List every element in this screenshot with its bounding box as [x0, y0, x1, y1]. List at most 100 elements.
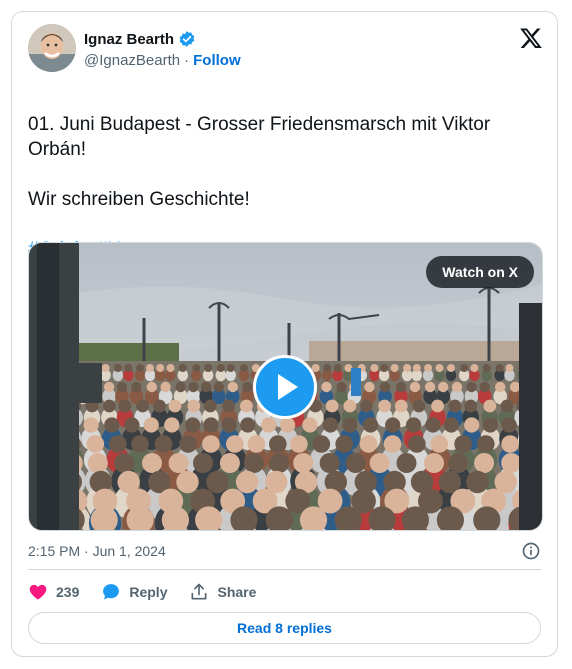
crowd-person-head [447, 364, 455, 372]
crowd-person-head [164, 417, 180, 433]
crowd-person-head [321, 381, 332, 393]
crowd-person-head [425, 417, 441, 433]
x-logo-icon[interactable] [519, 26, 543, 50]
author-handle-row: @IgnazBearth · Follow [84, 52, 241, 69]
crowd-person-head [203, 417, 219, 433]
share-button[interactable]: Share [189, 582, 256, 602]
crowd-person-head [360, 399, 373, 413]
crowd-person-head [448, 453, 469, 473]
crowd-person-head [202, 435, 220, 453]
crowd-person-head [395, 381, 407, 393]
crowd-person-head [204, 364, 213, 372]
crowd-person-head [505, 364, 514, 372]
divider [28, 569, 541, 570]
crowd-person-head [175, 381, 186, 393]
crowd-person-head [221, 417, 237, 433]
follow-button[interactable]: Follow [193, 52, 241, 69]
avatar[interactable] [28, 24, 76, 72]
crowd-person-head [114, 453, 135, 473]
crowd-person-head [431, 399, 444, 413]
crowd-person-head [244, 453, 264, 473]
crowd-person-head [370, 364, 379, 372]
crowd-person-head [345, 453, 366, 473]
crowd-person-head [240, 417, 256, 433]
info-icon[interactable] [521, 541, 541, 561]
crowd-person-head [136, 399, 149, 413]
crowd-person-head [408, 435, 426, 453]
crowd-person-head [179, 435, 197, 453]
crowd-person-head [222, 399, 236, 413]
crowd-person-head [325, 399, 339, 413]
crowd-person-head [483, 399, 497, 413]
crowd-person-head [219, 453, 240, 473]
crowd-person-head [176, 470, 199, 494]
crowd-person-head [333, 364, 342, 372]
play-icon [278, 374, 298, 400]
crowd-person-head [203, 399, 217, 413]
video-media[interactable]: Watch on X [28, 242, 543, 531]
crowd-person-head [460, 364, 469, 372]
crowd-person-head [464, 399, 478, 413]
crowd-person-head [146, 364, 154, 372]
crowd-person-head [409, 381, 421, 393]
crowd-person-head [187, 399, 201, 413]
crowd-person-head [226, 435, 244, 453]
crowd-person-head [394, 399, 408, 413]
crowd-person-head [146, 381, 157, 393]
crowd-person-head [443, 417, 459, 433]
crowd-person-head [479, 381, 490, 393]
crowd-person-head [116, 381, 128, 393]
crowd-person-head [131, 435, 149, 453]
crowd-person-head [342, 417, 358, 433]
tweet-line-1 [28, 87, 543, 112]
crowd-person-head [302, 417, 318, 433]
crowd-person-head [336, 381, 347, 393]
crowd-person-head [319, 453, 340, 473]
like-count: 239 [56, 584, 80, 600]
crowd-person-head [247, 435, 266, 453]
author-name[interactable]: Ignaz Bearth [84, 31, 174, 48]
crowd-person-head [154, 435, 173, 453]
crowd-person-head [178, 364, 187, 372]
crowd-person-head [166, 364, 175, 372]
crowd-person-head [464, 417, 480, 433]
verified-badge-icon [179, 31, 195, 47]
crowd-person-head [213, 381, 224, 393]
crowd-person-head [509, 381, 521, 393]
like-button[interactable]: 239 [28, 582, 79, 602]
crowd-person-head [359, 435, 378, 453]
crowd-person-head [185, 417, 201, 433]
crowd-person-head [216, 364, 225, 372]
crowd-person-head [124, 417, 140, 433]
crowd-person-head [451, 381, 463, 393]
crowd-person-head [380, 364, 389, 372]
crowd-person-head [454, 435, 472, 453]
crowd-person-head [379, 381, 391, 393]
crowd-person-head [430, 435, 449, 453]
crowd-person-head [239, 364, 248, 372]
crowd-person-head [412, 399, 426, 413]
action-bar: 239 Reply Share [28, 582, 278, 602]
crowd-person-head [424, 453, 444, 473]
crowd-person-head [312, 435, 331, 453]
crowd-person-head [131, 381, 142, 393]
read-replies-button[interactable]: Read 8 replies [28, 612, 541, 644]
crowd-person-head [396, 453, 417, 473]
crowd-person-head [87, 453, 108, 473]
crowd-person-head [495, 364, 504, 372]
author-handle[interactable]: @IgnazBearth [84, 52, 180, 69]
crowd-person-head [406, 417, 422, 433]
play-button[interactable] [253, 355, 317, 419]
speech-bubble-icon [103, 584, 120, 600]
crowd-person-head [424, 364, 433, 372]
crowd-person-head [322, 417, 338, 433]
crowd-person-head [168, 453, 189, 473]
reply-button[interactable]: Reply [101, 582, 167, 602]
crowd-person-head [474, 453, 495, 473]
crowd-person-head [113, 364, 122, 372]
crowd-person-head [86, 435, 105, 453]
author-name-row: Ignaz Bearth [84, 30, 196, 48]
crowd-person-head [168, 399, 182, 413]
watch-on-x-button[interactable]: Watch on X [426, 256, 534, 288]
tweet-timestamp[interactable]: 2:15 PM · Jun 1, 2024 [28, 543, 166, 559]
